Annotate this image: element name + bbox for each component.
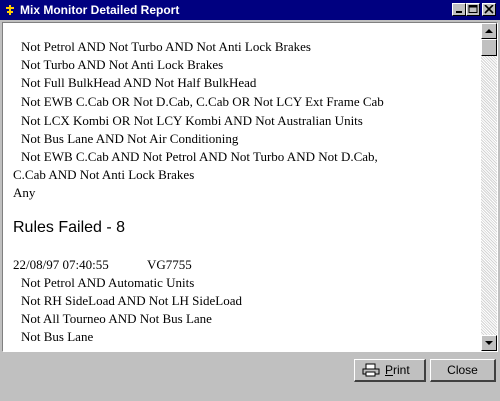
- title-bar[interactable]: Mix Monitor Detailed Report: [0, 0, 500, 20]
- print-button[interactable]: Print: [354, 359, 426, 382]
- printer-icon: [362, 363, 380, 377]
- bottom-bar: [0, 388, 500, 401]
- rule-line: Not Turbo AND Not Anti Lock Brakes: [21, 57, 224, 72]
- arrow-up-icon: [485, 29, 493, 33]
- scroll-up-button[interactable]: [481, 23, 497, 39]
- scroll-down-button[interactable]: [481, 335, 497, 351]
- rules-failed-heading: Rules Failed - 8: [13, 219, 126, 236]
- app-icon[interactable]: [4, 3, 16, 15]
- record-vehicle: VG7755: [147, 257, 192, 272]
- rule-line: Not Bus Lane AND Not Air Conditioning: [21, 131, 239, 146]
- rule-line: Not RH SideLoad AND Not LH SideLoad: [21, 293, 242, 308]
- report-text-area[interactable]: Not Petrol AND Not Turbo AND Not Anti Lo…: [2, 22, 498, 352]
- report-window: Mix Monitor Detailed Report Not Petrol A…: [0, 0, 500, 401]
- window-title: Mix Monitor Detailed Report: [20, 3, 180, 17]
- close-button-label: Close: [447, 363, 478, 377]
- rule-line: Not Bus Lane: [21, 329, 94, 344]
- report-content: Not Petrol AND Not Turbo AND Not Anti Lo…: [3, 23, 480, 351]
- rule-line: Not LCX Kombi OR Not LCY Kombi AND Not A…: [21, 113, 363, 128]
- record-timestamp: 22/08/97 07:40:55: [13, 257, 109, 272]
- rule-line: C.Cab AND Not Anti Lock Brakes: [13, 167, 195, 182]
- minimize-icon: [456, 11, 462, 13]
- rule-line: Not Petrol AND Not Turbo AND Not Anti Lo…: [21, 39, 311, 54]
- rule-line: Not EWB C.Cab OR Not D.Cab, C.Cab OR Not…: [21, 94, 384, 109]
- rule-line: Not Petrol AND Automatic Units: [21, 275, 195, 290]
- print-button-label: Print: [385, 363, 410, 377]
- scroll-thumb[interactable]: [481, 39, 497, 56]
- maximize-button[interactable]: [466, 3, 480, 16]
- close-button[interactable]: Close: [430, 359, 496, 382]
- rule-line: Any: [13, 185, 36, 200]
- vertical-scrollbar[interactable]: [481, 23, 497, 351]
- arrow-down-icon: [485, 341, 493, 345]
- rule-line: Not Full BulkHead AND Not Half BulkHead: [21, 75, 257, 90]
- maximize-icon: [468, 5, 478, 13]
- minimize-button[interactable]: [452, 3, 466, 16]
- rule-line: Not EWB C.Cab AND Not Petrol AND Not Tur…: [21, 149, 378, 164]
- close-icon: [484, 5, 494, 14]
- rule-line: Not All Tourneo AND Not Bus Lane: [21, 311, 212, 326]
- close-window-button[interactable]: [482, 3, 496, 16]
